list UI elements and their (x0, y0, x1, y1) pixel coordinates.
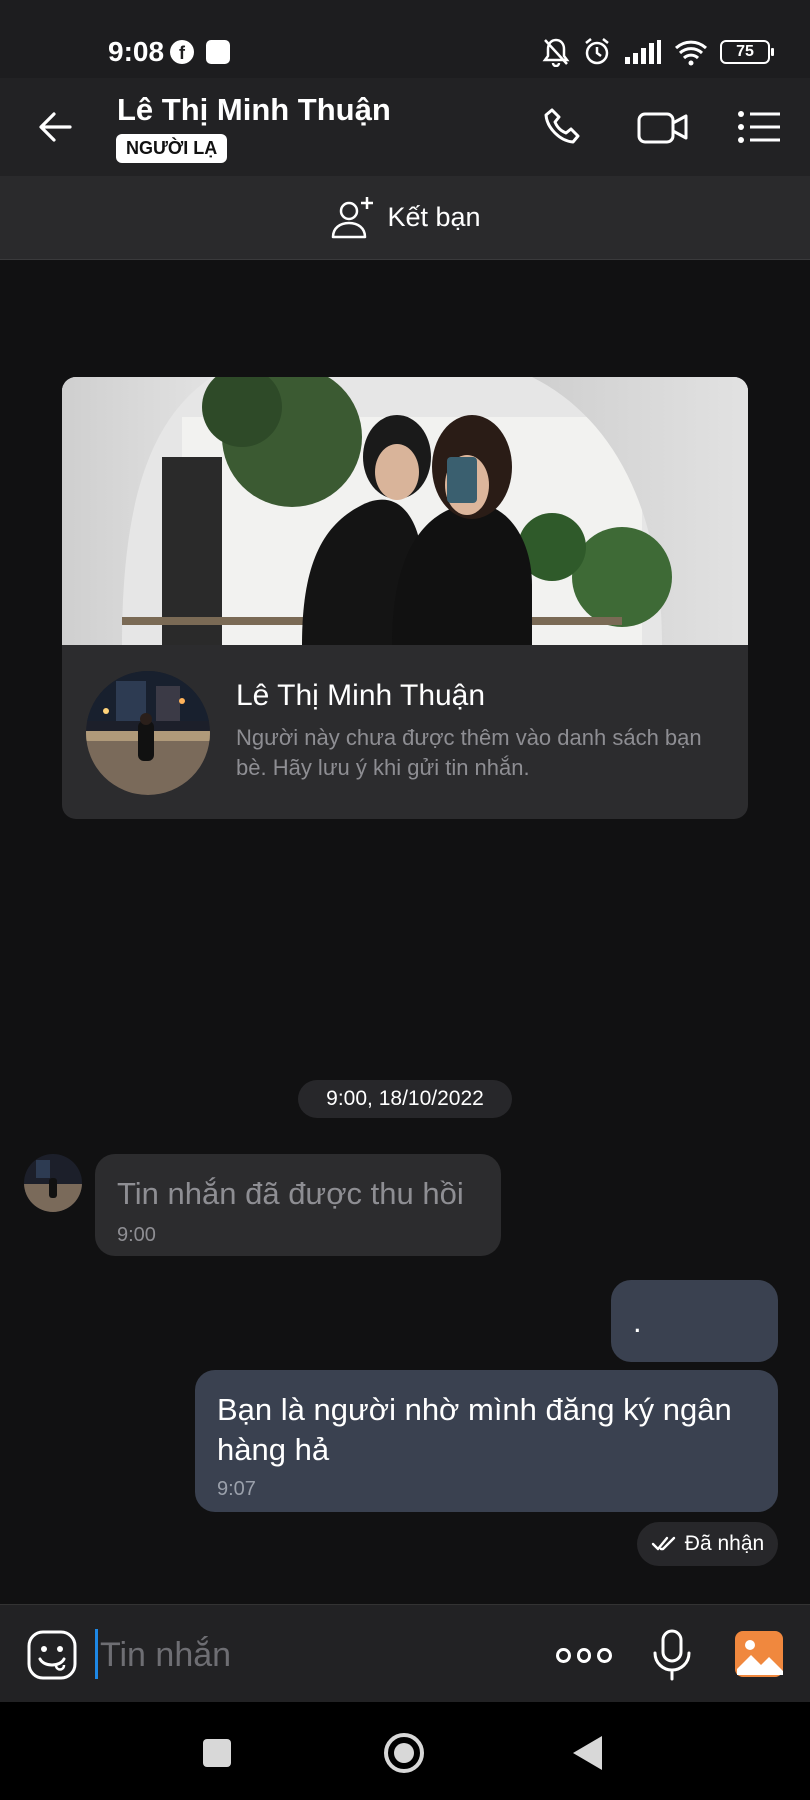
profile-card[interactable]: Lê Thị Minh Thuận Người này chưa được th… (62, 377, 748, 819)
recent-apps-button[interactable] (203, 1739, 231, 1767)
double-check-icon (651, 1536, 675, 1551)
delivery-status: Đã nhận (637, 1522, 778, 1566)
home-button[interactable] (383, 1732, 425, 1774)
image-icon[interactable] (733, 1629, 785, 1679)
signal-icon (625, 40, 661, 64)
message-composer (0, 1604, 810, 1702)
phone-icon[interactable] (538, 102, 588, 152)
message-bubble-recalled[interactable]: Tin nhắn đã được thu hồi 9:00 (95, 1154, 501, 1256)
status-time: 9:08 (108, 36, 165, 67)
text-caret (95, 1629, 98, 1679)
chat-header: Lê Thị Minh Thuận NGƯỜI LẠ (0, 78, 810, 176)
back-arrow-icon[interactable] (32, 102, 82, 152)
status-bar: 9:08 f 75 (0, 0, 810, 78)
message-time: 9:07 (217, 1478, 256, 1500)
contact-name[interactable]: Lê Thị Minh Thuận (117, 92, 391, 128)
profile-description: Người này chưa được thêm vào danh sách b… (236, 725, 702, 780)
cover-photo (62, 377, 748, 645)
nav-back-button[interactable] (570, 1734, 604, 1772)
facebook-icon: f (170, 40, 194, 64)
wifi-icon (674, 40, 708, 66)
profile-avatar[interactable] (86, 671, 210, 795)
sender-avatar[interactable] (24, 1154, 82, 1212)
list-menu-icon[interactable] (736, 102, 782, 152)
add-friend-button[interactable]: Kết bạn (0, 176, 810, 260)
date-separator: 9:00, 18/10/2022 (298, 1080, 512, 1118)
alarm-icon (585, 38, 609, 65)
video-camera-icon[interactable] (636, 102, 690, 152)
battery-icon: 75 (720, 40, 774, 64)
mute-icon (542, 38, 570, 67)
microphone-icon[interactable] (650, 1629, 694, 1681)
message-bubble-outgoing[interactable]: Bạn là người nhờ mình đăng ký ngân hàng … (195, 1370, 778, 1512)
add-friend-label: Kết bạn (387, 202, 481, 232)
message-text: Bạn là người nhờ mình đăng ký ngân hàng … (217, 1392, 732, 1467)
system-nav-bar (0, 1702, 810, 1800)
sticker-icon[interactable] (26, 1629, 78, 1681)
message-bubble-outgoing[interactable]: . (611, 1280, 778, 1362)
notification-icon (206, 40, 230, 64)
add-friend-icon (332, 196, 374, 238)
message-time: 9:00 (117, 1224, 156, 1246)
delivery-status-label: Đã nhận (684, 1532, 765, 1555)
status-icons: 75 (542, 36, 774, 68)
stranger-badge: NGƯỜI LẠ (116, 134, 228, 163)
message-text: Tin nhắn đã được thu hồi (117, 1176, 464, 1211)
more-icon[interactable] (556, 1643, 613, 1667)
message-text: . (633, 1304, 642, 1339)
profile-name: Lê Thị Minh Thuận (236, 679, 486, 712)
message-input[interactable] (100, 1627, 450, 1683)
